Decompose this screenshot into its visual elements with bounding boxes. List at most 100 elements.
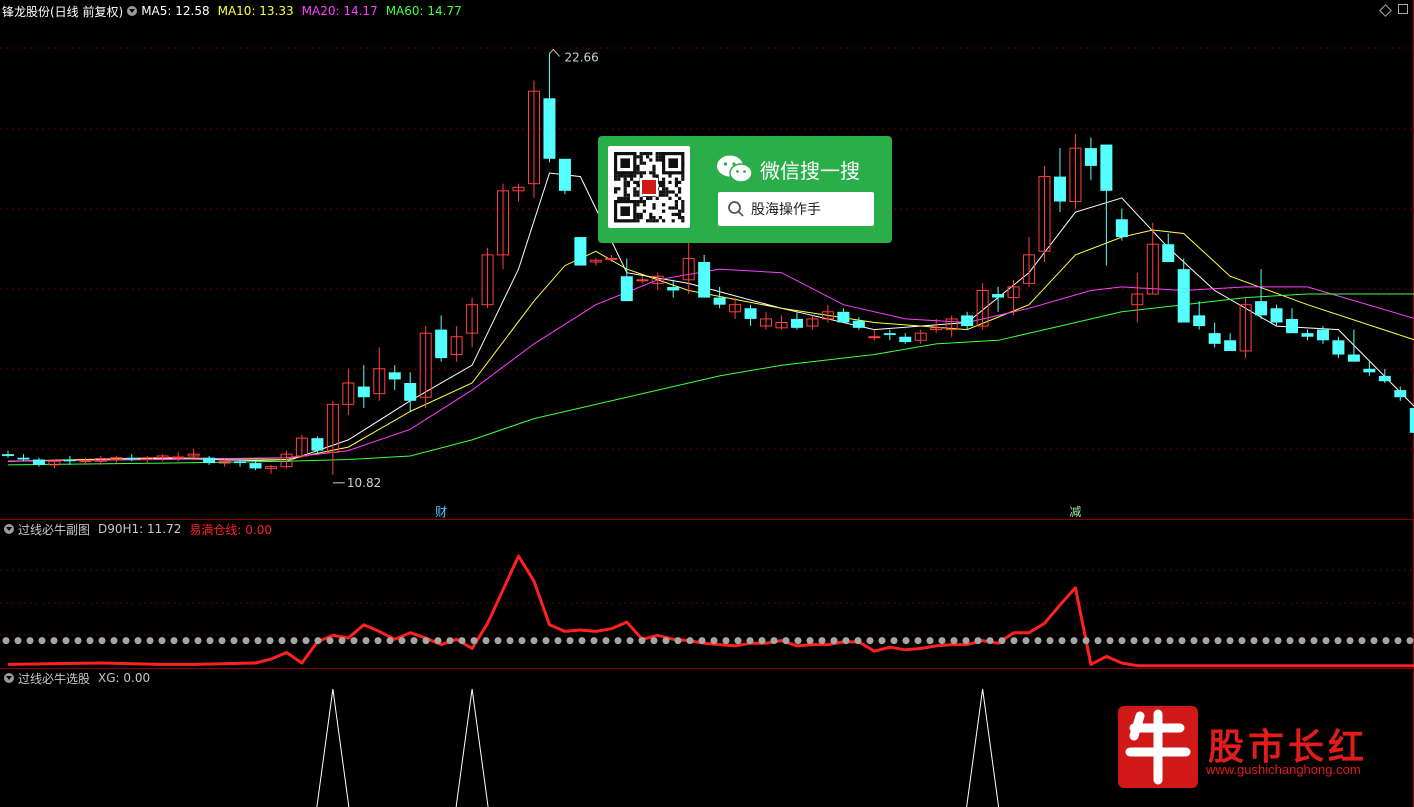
- candle-down: [311, 438, 324, 451]
- candle-down: [667, 286, 680, 291]
- threshold-dot: [410, 637, 418, 645]
- wechat-search-text: 股海操作手: [751, 202, 821, 218]
- threshold-dot: [266, 637, 274, 645]
- threshold-dot: [14, 637, 22, 645]
- threshold-dot: [1046, 637, 1054, 645]
- threshold-dot: [542, 637, 550, 645]
- candle-down: [961, 315, 974, 327]
- d90h1-label: D90H1: 11.72: [98, 522, 182, 536]
- threshold-dot: [1166, 637, 1174, 645]
- wechat-search-box[interactable]: 股海操作手: [718, 192, 874, 226]
- threshold-dot: [830, 637, 838, 645]
- xg-signal-spike: [966, 688, 1000, 807]
- candle-down: [698, 262, 711, 298]
- threshold-dot: [1106, 637, 1114, 645]
- dropdown-icon[interactable]: [127, 6, 138, 16]
- threshold-dot: [914, 637, 922, 645]
- threshold-dot: [974, 637, 982, 645]
- threshold-dot: [386, 637, 394, 645]
- threshold-dot: [1202, 637, 1210, 645]
- candle-down: [388, 372, 401, 380]
- threshold-dot: [962, 637, 970, 645]
- threshold-dot: [1214, 637, 1222, 645]
- threshold-dot: [1286, 637, 1294, 645]
- candle-down: [249, 463, 262, 469]
- threshold-dot: [1226, 637, 1234, 645]
- threshold-dot: [1034, 637, 1042, 645]
- threshold-dot: [518, 637, 526, 645]
- threshold-dot: [182, 637, 190, 645]
- candle-down: [17, 457, 30, 460]
- threshold-dot: [998, 637, 1006, 645]
- threshold-dot: [1058, 637, 1066, 645]
- candle-down: [1270, 308, 1283, 323]
- candle-down: [883, 333, 896, 335]
- brand-logo: 股市长红 www.gushichanghong.com: [1118, 706, 1408, 792]
- threshold-dot: [422, 637, 430, 645]
- wechat-icon: [717, 155, 753, 183]
- threshold-dot: [866, 637, 874, 645]
- threshold-dot: [1310, 637, 1318, 645]
- threshold-dot: [86, 637, 94, 645]
- threshold-dot: [662, 637, 670, 645]
- threshold-dot: [818, 637, 826, 645]
- threshold-dot: [770, 637, 778, 645]
- threshold-dot: [950, 637, 958, 645]
- sub1-header: 过线必牛副图 D90H1: 11.72 易满仓线: 0.00: [0, 519, 280, 539]
- threshold-dot: [1334, 637, 1342, 645]
- candle-down: [1394, 390, 1407, 398]
- threshold-dot: [1358, 637, 1366, 645]
- threshold-dot: [1130, 637, 1138, 645]
- threshold-dot: [674, 637, 682, 645]
- stock-title: 锋龙股份(日线 前复权): [2, 4, 124, 19]
- candle-down: [837, 311, 850, 323]
- wechat-promo-card[interactable]: 微信搜一搜 股海操作手: [598, 136, 892, 243]
- threshold-dot: [62, 637, 70, 645]
- candle-down: [543, 98, 556, 159]
- threshold-dot: [1190, 637, 1198, 645]
- threshold-dot: [938, 637, 946, 645]
- threshold-dot: [902, 637, 910, 645]
- candle-down: [899, 336, 912, 343]
- threshold-dot: [638, 637, 646, 645]
- xg-signal-spike: [316, 688, 350, 807]
- threshold-dot: [806, 637, 814, 645]
- candle-up: [79, 460, 92, 463]
- candle-down: [574, 237, 587, 266]
- chart-canvas: 22.66 10.82 财 减: [0, 0, 1414, 807]
- candle-down: [1100, 144, 1113, 191]
- wechat-search-title: 微信搜一搜: [716, 154, 860, 184]
- threshold-dot: [686, 637, 694, 645]
- threshold-dot: [650, 637, 658, 645]
- candle-down: [435, 329, 448, 359]
- candle-down: [1286, 318, 1299, 334]
- candle-down: [1347, 354, 1360, 362]
- threshold-dot: [530, 637, 538, 645]
- threshold-dot: [374, 637, 382, 645]
- threshold-dot: [1010, 637, 1018, 645]
- sub2-title: 过线必牛选股: [18, 671, 91, 686]
- threshold-dot: [206, 637, 214, 645]
- candle-down: [1084, 148, 1097, 166]
- threshold-dot: [746, 637, 754, 645]
- bull-logo-icon: [1118, 706, 1198, 788]
- sub2-dropdown-icon[interactable]: [4, 673, 14, 683]
- threshold-dot: [314, 637, 322, 645]
- finance-marker: 财: [435, 505, 447, 519]
- ma20-line: [7, 268, 1414, 462]
- ma10-line: [7, 229, 1414, 462]
- threshold-dot: [1154, 637, 1162, 645]
- sub2-header: 过线必牛选股 XG: 0.00: [0, 668, 158, 688]
- panel-resize-icon[interactable]: [1398, 4, 1408, 14]
- threshold-dot: [338, 637, 346, 645]
- threshold-dot: [254, 637, 262, 645]
- xg-label: XG: 0.00: [98, 671, 151, 685]
- yimai-label: 易满仓线: 0.00: [189, 522, 272, 537]
- threshold-dot: [158, 637, 166, 645]
- threshold-dot: [890, 637, 898, 645]
- threshold-dot: [1262, 637, 1270, 645]
- sub1-dropdown-icon[interactable]: [4, 524, 14, 534]
- main-chart-header: 锋龙股份(日线 前复权) MA5: 12.58 MA10: 13.33 MA20…: [0, 1, 470, 21]
- threshold-dot: [134, 637, 142, 645]
- candle-down: [852, 320, 865, 328]
